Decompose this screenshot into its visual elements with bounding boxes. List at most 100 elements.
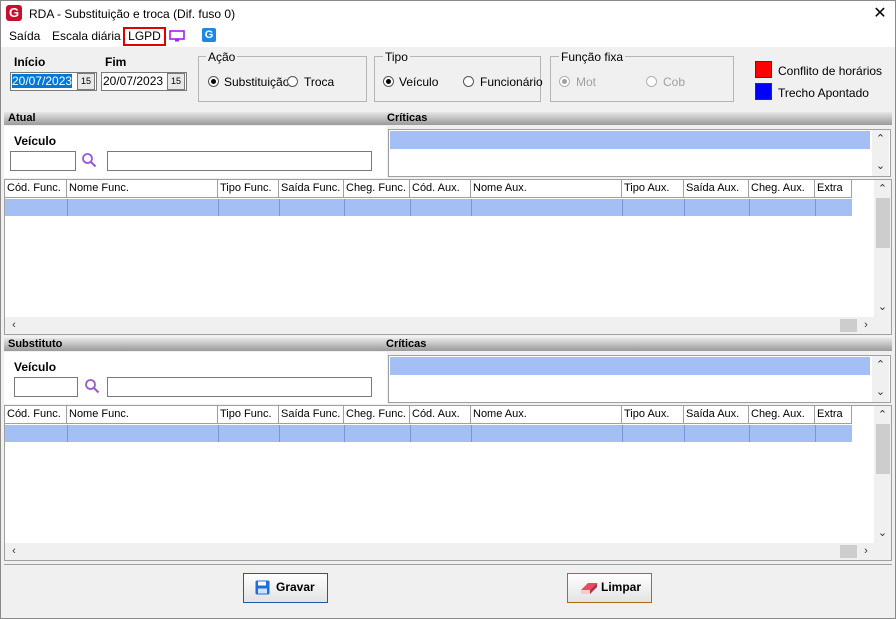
substituto-header: Substituto [8,338,63,350]
funcao-mot-radio[interactable] [559,76,570,87]
atual-grid-scroll-down-icon[interactable]: ⌄ [874,300,891,315]
menu-lgpd[interactable]: LGPD [123,27,166,46]
atual-row-sep [749,199,750,216]
fim-label: Fim [105,55,127,69]
atual-search-icon[interactable] [81,152,97,168]
atual-veiculo-desc-input[interactable] [107,151,372,171]
sub-grid-hscroll-thumb[interactable] [840,545,857,558]
substituto-grid-selected-row[interactable] [5,425,852,442]
fim-date-value: 20/07/2023 [103,74,164,88]
sub-row-sep [67,425,68,442]
sub-col-nome-func[interactable]: Nome Func. [67,406,218,424]
sub-grid-scroll-right-icon[interactable]: › [860,544,872,559]
sub-col-nome-aux[interactable]: Nome Aux. [471,406,622,424]
atual-row-sep [279,199,280,216]
conflito-label: Conflito de horários [778,64,883,78]
substituto-section-bar [4,338,892,351]
atual-col-cheg-aux[interactable]: Cheg. Aux. [749,180,815,198]
substituto-veiculo-code-input[interactable] [14,377,78,397]
atual-header: Atual [8,112,36,124]
atual-col-tipo-func[interactable]: Tipo Func. [218,180,279,198]
atual-row-sep [67,199,68,216]
acao-substituicao-radio[interactable] [208,76,219,87]
atual-grid-scroll-left-icon[interactable]: ‹ [8,318,20,333]
sub-row-sep [622,425,623,442]
substituto-criticas-scroll-down-icon[interactable]: ⌄ [872,385,889,400]
limpar-label: Limpar [601,580,642,594]
gravar-button[interactable]: Gravar [243,573,328,603]
inicio-date-value: 20/07/2023 [12,74,73,88]
acao-troca-radio[interactable] [287,76,298,87]
inicio-calendar-icon[interactable]: 15 [77,73,95,90]
sub-grid-scroll-up-icon[interactable]: ⌃ [874,408,891,423]
eraser-icon [581,583,597,594]
substituto-search-icon[interactable] [84,378,100,394]
atual-grid-vscroll-thumb[interactable] [876,198,890,248]
sub-col-saida-func[interactable]: Saída Func. [279,406,344,424]
atual-veiculo-label: Veículo [14,134,57,148]
atual-criticas-scroll-up-icon[interactable]: ⌃ [872,132,889,147]
main-window: G RDA - Substituição e troca (Dif. fuso … [0,0,896,619]
sub-row-sep [684,425,685,442]
tipo-funcionario-label: Funcionário [480,75,543,89]
fim-calendar-icon[interactable]: 15 [167,73,185,90]
monitor-icon[interactable] [169,30,185,42]
substituto-criticas-selected-row[interactable] [390,357,870,375]
tipo-title: Tipo [383,50,410,64]
sub-col-cod-func[interactable]: Cód. Func. [5,406,67,424]
atual-row-sep [622,199,623,216]
tipo-veiculo-radio[interactable] [383,76,394,87]
sub-grid-scroll-down-icon[interactable]: ⌄ [874,526,891,541]
atual-grid-hscroll[interactable] [5,317,891,334]
funcao-mot-label: Mot [576,75,597,89]
tipo-funcionario-radio[interactable] [463,76,474,87]
sub-col-extra[interactable]: Extra [815,406,852,424]
menu-saida[interactable]: Saída [9,29,40,43]
funcao-cob-radio[interactable] [646,76,657,87]
sub-col-saida-aux[interactable]: Saída Aux. [684,406,749,424]
substituto-veiculo-desc-input[interactable] [107,377,372,397]
atual-criticas-scroll-down-icon[interactable]: ⌄ [872,159,889,174]
footer-divider [4,564,892,565]
sub-grid-hscroll[interactable] [5,543,891,560]
funcao-cob-label: Cob [663,75,686,89]
acao-substituicao-label: Substituição [224,75,290,89]
sub-row-sep [815,425,816,442]
window-title: RDA - Substituição e troca (Dif. fuso 0) [29,7,236,21]
atual-grid: Cód. Func. Nome Func. Tipo Func. Saída F… [4,179,892,335]
close-icon[interactable]: ✕ [869,3,891,25]
sub-col-cheg-aux[interactable]: Cheg. Aux. [749,406,815,424]
sub-grid-scroll-left-icon[interactable]: ‹ [8,544,20,559]
substituto-criticas-scroll-up-icon[interactable]: ⌃ [872,358,889,373]
atual-criticas-selected-row[interactable] [390,131,870,149]
atual-grid-scroll-up-icon[interactable]: ⌃ [874,182,891,197]
atual-col-nome-aux[interactable]: Nome Aux. [471,180,622,198]
atual-col-extra[interactable]: Extra [815,180,852,198]
sub-col-cheg-func[interactable]: Cheg. Func. [344,406,410,424]
atual-grid-hscroll-thumb[interactable] [840,319,857,332]
substituto-grid: Cód. Func. Nome Func. Tipo Func. Saída F… [4,405,892,561]
atual-grid-scroll-right-icon[interactable]: › [860,318,872,333]
atual-col-cod-func[interactable]: Cód. Func. [5,180,67,198]
sub-col-tipo-aux[interactable]: Tipo Aux. [622,406,684,424]
atual-col-cod-aux[interactable]: Cód. Aux. [410,180,471,198]
atual-veiculo-code-input[interactable] [10,151,76,171]
sub-col-cod-aux[interactable]: Cód. Aux. [410,406,471,424]
sub-row-sep [344,425,345,442]
sub-row-sep [471,425,472,442]
atual-section-bar [4,112,892,125]
atual-col-nome-func[interactable]: Nome Func. [67,180,218,198]
atual-col-tipo-aux[interactable]: Tipo Aux. [622,180,684,198]
g-app-icon[interactable]: G [202,28,216,42]
atual-col-saida-aux[interactable]: Saída Aux. [684,180,749,198]
atual-col-cheg-func[interactable]: Cheg. Func. [344,180,410,198]
atual-row-sep [471,199,472,216]
sub-grid-vscroll-thumb[interactable] [876,424,890,474]
sub-row-sep [218,425,219,442]
sub-col-tipo-func[interactable]: Tipo Func. [218,406,279,424]
sub-row-sep [410,425,411,442]
atual-col-saida-func[interactable]: Saída Func. [279,180,344,198]
menu-escala-diaria[interactable]: Escala diária [52,29,121,43]
atual-grid-selected-row[interactable] [5,199,852,216]
limpar-button[interactable]: Limpar [567,573,652,603]
